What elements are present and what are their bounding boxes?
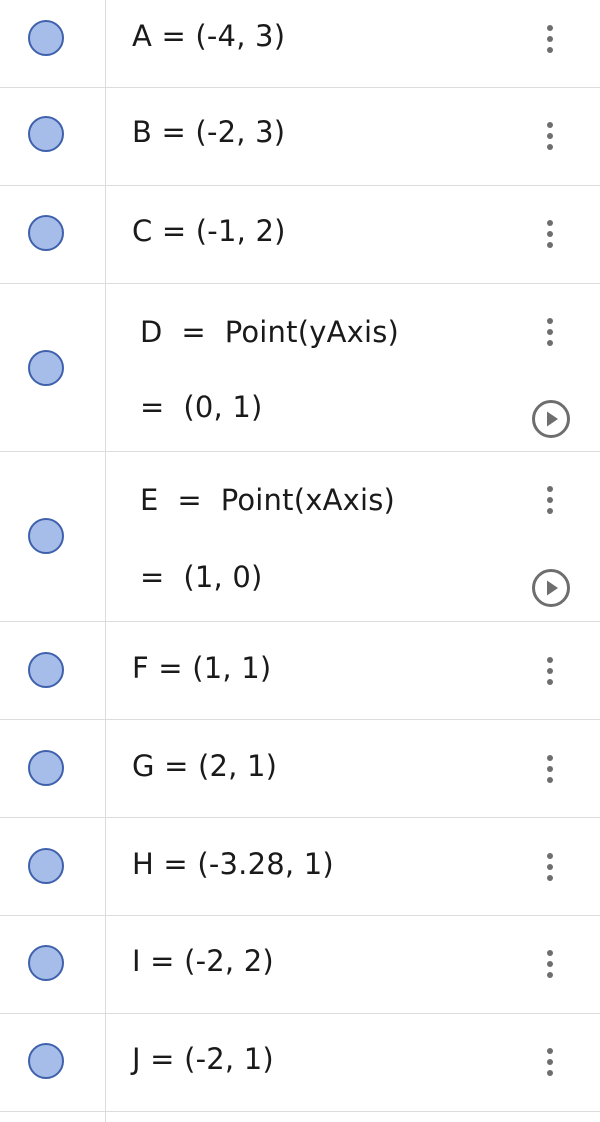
more-menu-icon[interactable]: [536, 944, 564, 984]
play-circle-icon[interactable]: [531, 568, 571, 608]
more-menu-icon[interactable]: [536, 651, 564, 691]
point-visibility-toggle-icon[interactable]: [28, 848, 64, 884]
more-menu-icon[interactable]: [536, 847, 564, 887]
point-visibility-toggle-icon[interactable]: [28, 215, 64, 251]
point-visibility-toggle-icon[interactable]: [28, 350, 64, 386]
algebra-row-c[interactable]: C = (-1, 2): [0, 186, 600, 284]
expression-text[interactable]: I = (-2, 2): [132, 944, 274, 978]
more-menu-icon[interactable]: [536, 749, 564, 789]
point-visibility-toggle-icon[interactable]: [28, 116, 64, 152]
expression-text[interactable]: G = (2, 1): [132, 749, 277, 783]
algebra-row-g[interactable]: G = (2, 1): [0, 720, 600, 818]
more-menu-icon[interactable]: [536, 214, 564, 254]
more-menu-icon[interactable]: [536, 1042, 564, 1082]
next-row-gutter: [0, 1112, 106, 1122]
expression-text[interactable]: C = (-1, 2): [132, 214, 286, 248]
point-visibility-toggle-icon[interactable]: [28, 652, 64, 688]
definition-text[interactable]: E = Point(xAxis): [140, 483, 395, 517]
algebra-row-e[interactable]: E = Point(xAxis) = (1, 0): [0, 452, 600, 622]
play-circle-icon[interactable]: [531, 399, 571, 439]
algebra-row-b[interactable]: B = (-2, 3): [0, 88, 600, 186]
algebra-view-list: A = (-4, 3) B = (-2, 3) C = (-1, 2) D = …: [0, 0, 600, 1112]
expression-text[interactable]: J = (-2, 1): [132, 1042, 274, 1076]
algebra-row-f[interactable]: F = (1, 1): [0, 622, 600, 720]
algebra-row-j[interactable]: J = (-2, 1): [0, 1014, 600, 1112]
expression-text[interactable]: B = (-2, 3): [132, 115, 285, 149]
more-menu-icon[interactable]: [536, 19, 564, 59]
definition-text[interactable]: D = Point(yAxis): [140, 315, 399, 349]
expression-text[interactable]: A = (-4, 3): [132, 19, 285, 53]
more-menu-icon[interactable]: [536, 116, 564, 156]
value-text: = (1, 0): [140, 560, 263, 594]
point-visibility-toggle-icon[interactable]: [28, 20, 64, 56]
point-visibility-toggle-icon[interactable]: [28, 1043, 64, 1079]
point-visibility-toggle-icon[interactable]: [28, 750, 64, 786]
algebra-row-i[interactable]: I = (-2, 2): [0, 916, 600, 1014]
expression-text[interactable]: H = (-3.28, 1): [132, 847, 334, 881]
more-menu-icon[interactable]: [536, 480, 564, 520]
algebra-row-d[interactable]: D = Point(yAxis) = (0, 1): [0, 284, 600, 452]
more-menu-icon[interactable]: [536, 312, 564, 352]
point-visibility-toggle-icon[interactable]: [28, 945, 64, 981]
algebra-row-a[interactable]: A = (-4, 3): [0, 0, 600, 88]
algebra-row-h[interactable]: H = (-3.28, 1): [0, 818, 600, 916]
expression-text[interactable]: F = (1, 1): [132, 651, 271, 685]
value-text: = (0, 1): [140, 390, 263, 424]
point-visibility-toggle-icon[interactable]: [28, 518, 64, 554]
